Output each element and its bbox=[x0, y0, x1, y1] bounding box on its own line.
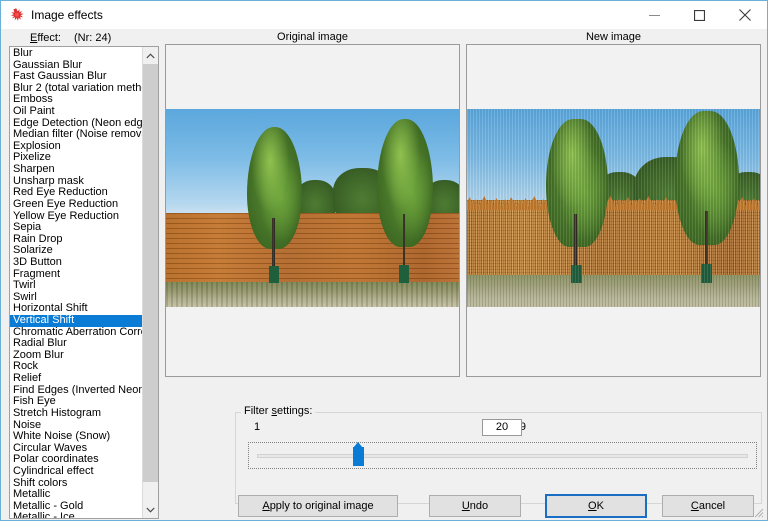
photo-tree-left bbox=[546, 118, 608, 284]
effect-list-item[interactable]: Shift colors bbox=[10, 478, 143, 490]
effect-list-item[interactable]: White Noise (Snow) bbox=[10, 431, 143, 443]
filter-slider[interactable] bbox=[248, 442, 757, 469]
effect-list-item[interactable]: Metallic bbox=[10, 489, 143, 501]
scrollbar-thumb[interactable] bbox=[143, 64, 158, 482]
effect-list-item[interactable]: Solarize bbox=[10, 245, 143, 257]
original-image-caption: Original image bbox=[277, 31, 348, 43]
effect-list-item[interactable]: Emboss bbox=[10, 94, 143, 106]
slider-thumb[interactable] bbox=[353, 442, 364, 466]
effect-list-item[interactable]: Sharpen bbox=[10, 164, 143, 176]
starburst-icon bbox=[9, 7, 25, 23]
slider-track[interactable] bbox=[257, 454, 748, 458]
effect-list-item[interactable]: Relief bbox=[10, 373, 143, 385]
effect-list-item[interactable]: 3D Button bbox=[10, 257, 143, 269]
title-bar: Image effects bbox=[1, 1, 767, 29]
new-image-caption: New image bbox=[585, 31, 642, 43]
effect-list-item[interactable]: Horizontal Shift bbox=[10, 303, 143, 315]
effect-list-items: Blur Gaussian Blur Fast Gaussian Blur Blur … bbox=[10, 47, 143, 518]
window-title: Image effects bbox=[31, 8, 103, 22]
effect-list-item[interactable]: Edge Detection (Neon edge) bbox=[10, 118, 143, 130]
effect-list-item[interactable]: Red Eye Reduction bbox=[10, 187, 143, 199]
effect-list-item[interactable]: Circular Waves bbox=[10, 443, 143, 455]
minimize-icon[interactable] bbox=[632, 1, 677, 29]
photo-tree-right bbox=[675, 110, 740, 284]
image-effects-dialog: Image effects Effect: (Nr: 24) Blur Gauss… bbox=[0, 0, 768, 521]
filter-settings-title: Filter settings: bbox=[241, 405, 316, 417]
effect-list-item[interactable]: Fish Eye bbox=[10, 396, 143, 408]
photo-tree-left bbox=[246, 126, 303, 284]
effect-list-item[interactable]: Yellow Eye Reduction bbox=[10, 211, 143, 223]
photo-tree-guard bbox=[268, 266, 279, 284]
apply-to-original-image-button[interactable]: Apply to original image bbox=[238, 495, 398, 517]
effect-list-item[interactable]: Zoom Blur bbox=[10, 350, 143, 362]
window-controls bbox=[632, 1, 767, 29]
effect-list-item[interactable]: Stretch Histogram bbox=[10, 408, 143, 420]
original-image-panel[interactable] bbox=[165, 44, 460, 377]
slider-min-label: 1 bbox=[254, 421, 261, 433]
effect-list-item[interactable]: Radial Blur bbox=[10, 338, 143, 350]
new-image-panel[interactable] bbox=[466, 44, 761, 377]
effect-list-item[interactable]: Sepia bbox=[10, 222, 143, 234]
filter-value-input[interactable]: 20 bbox=[482, 419, 522, 436]
effect-list-item[interactable]: Fragment bbox=[10, 269, 143, 281]
effect-number: (Nr: 24) bbox=[74, 32, 112, 44]
original-image bbox=[166, 109, 459, 307]
effect-list-item[interactable]: Metallic - Ice bbox=[10, 512, 143, 518]
effect-list-item[interactable]: Blur bbox=[10, 48, 143, 60]
photo-tree-guard bbox=[399, 265, 410, 284]
cancel-button[interactable]: Cancel bbox=[662, 495, 754, 517]
effect-list-item[interactable]: Chromatic Aberration Correction bbox=[10, 327, 143, 339]
close-icon[interactable] bbox=[722, 1, 767, 29]
new-image bbox=[467, 109, 760, 307]
effect-list-item[interactable]: Rock bbox=[10, 361, 143, 373]
ok-button[interactable]: OK bbox=[545, 494, 647, 518]
original-photo-content bbox=[166, 109, 459, 307]
photo-ground bbox=[166, 282, 459, 307]
undo-button[interactable]: Undo bbox=[429, 495, 521, 517]
effect-list-item[interactable]: Swirl bbox=[10, 292, 143, 304]
effect-list-item[interactable]: Find Edges (Inverted Neon edge) bbox=[10, 385, 143, 397]
effect-list-item[interactable]: Vertical Shift bbox=[10, 315, 143, 327]
effect-list-item[interactable]: Rain Drop bbox=[10, 234, 143, 246]
effect-listbox[interactable]: Blur Gaussian Blur Fast Gaussian Blur Blur … bbox=[9, 46, 159, 519]
effect-list-item[interactable]: Metallic - Gold bbox=[10, 501, 143, 513]
effect-list-item[interactable]: Noise bbox=[10, 420, 143, 432]
effect-list-item[interactable]: Oil Paint bbox=[10, 106, 143, 118]
effect-list-scrollbar[interactable] bbox=[142, 47, 158, 518]
effect-list-item[interactable]: Pixelize bbox=[10, 152, 143, 164]
effect-list-item[interactable]: Cylindrical effect bbox=[10, 466, 143, 478]
scroll-up-arrow-icon[interactable] bbox=[143, 47, 158, 64]
effect-list-item[interactable]: Twirl bbox=[10, 280, 143, 292]
effect-list-item[interactable]: Unsharp mask bbox=[10, 176, 143, 188]
scroll-down-arrow-icon[interactable] bbox=[143, 501, 158, 518]
photo-tree-right bbox=[376, 118, 433, 284]
effect-list-item[interactable]: Blur 2 (total variation method) bbox=[10, 83, 143, 95]
effect-label: Effect: bbox=[30, 32, 61, 44]
effect-list-item[interactable]: Fast Gaussian Blur bbox=[10, 71, 143, 83]
effect-list-item[interactable]: Explosion bbox=[10, 141, 143, 153]
effect-list-item[interactable]: Green Eye Reduction bbox=[10, 199, 143, 211]
resize-grip[interactable] bbox=[752, 505, 764, 518]
effect-list-item[interactable]: Polar coordinates bbox=[10, 454, 143, 466]
photo-tree-guard bbox=[700, 264, 713, 284]
dialog-client-area: Effect: (Nr: 24) Blur Gaussian Blur Fast G… bbox=[2, 29, 766, 519]
effect-list-item[interactable]: Median filter (Noise removal) bbox=[10, 129, 143, 141]
maximize-icon[interactable] bbox=[677, 1, 722, 29]
new-photo-content bbox=[467, 109, 760, 307]
effect-list-item[interactable]: Gaussian Blur bbox=[10, 60, 143, 72]
photo-tree-guard bbox=[570, 265, 582, 284]
